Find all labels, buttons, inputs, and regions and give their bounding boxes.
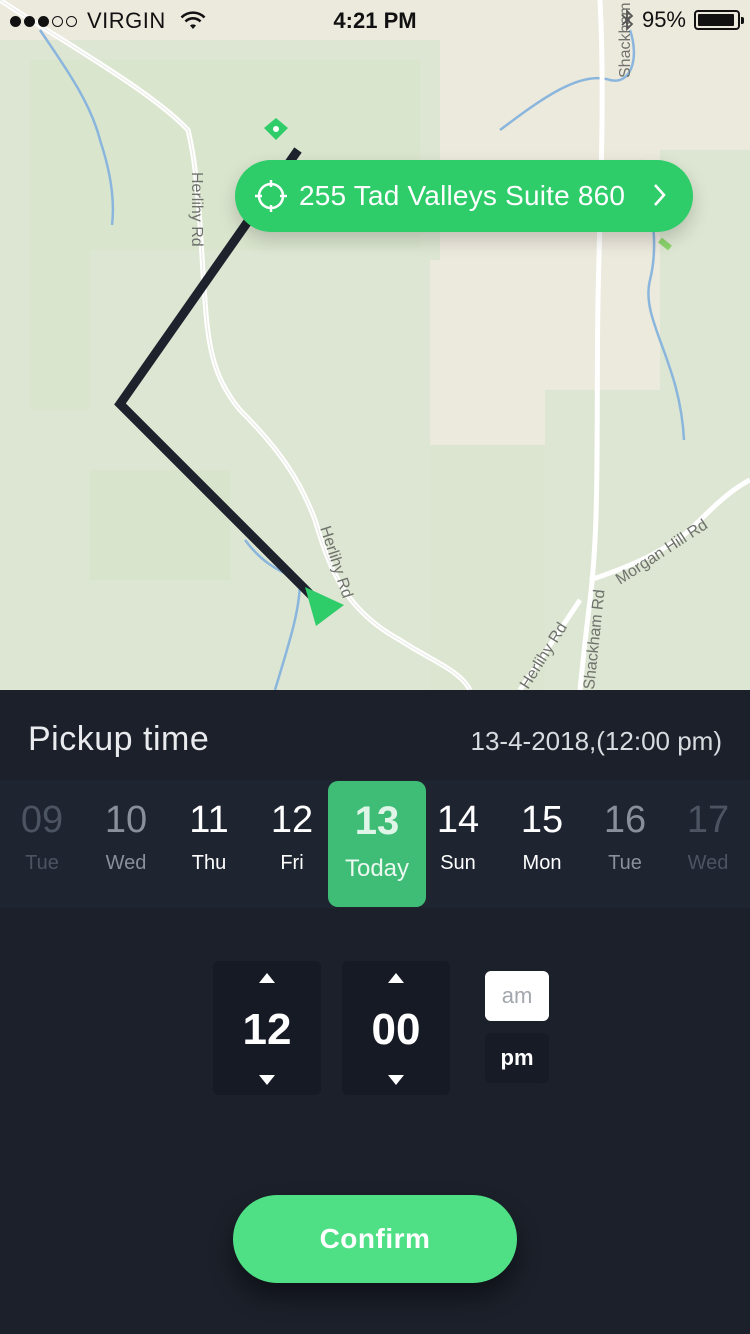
status-right: 95%: [620, 7, 744, 33]
date-weekday: Thu: [191, 852, 227, 874]
bluetooth-icon: [621, 9, 634, 31]
date-number: 17: [686, 799, 730, 841]
am-toggle[interactable]: am: [485, 971, 549, 1021]
date-option-10[interactable]: 10 Wed: [84, 780, 168, 908]
date-weekday: Wed: [687, 852, 729, 874]
date-weekday: Wed: [105, 852, 147, 874]
date-option-11[interactable]: 11 Thu: [167, 780, 251, 908]
minute-picker[interactable]: 00: [342, 961, 450, 1095]
date-weekday: Sun: [440, 852, 476, 874]
pm-toggle[interactable]: pm: [485, 1033, 549, 1083]
date-weekday: Today: [344, 855, 410, 882]
date-option-17[interactable]: 17 Wed: [666, 780, 750, 908]
date-number: 16: [603, 799, 647, 841]
status-bar: VIRGIN 4:21 PM 95%: [0, 0, 750, 40]
map-canvas: Herlihy Rd Herlihy Rd Herlihy Rd Shackha…: [0, 0, 750, 690]
date-number: 09: [20, 799, 64, 841]
date-option-14[interactable]: 14 Sun: [416, 780, 500, 908]
date-option-15[interactable]: 15 Mon: [500, 780, 584, 908]
hour-picker[interactable]: 12: [213, 961, 321, 1095]
date-number: 10: [104, 799, 148, 841]
date-option-16[interactable]: 16 Tue: [583, 780, 667, 908]
address-text: 255 Tad Valleys Suite 860: [299, 180, 626, 211]
date-number: 11: [189, 799, 229, 841]
pickup-title: Pickup time: [28, 720, 210, 758]
date-option-13-selected[interactable]: 13 Today: [328, 781, 426, 907]
date-weekday: Mon: [522, 852, 562, 874]
date-number: 13: [354, 799, 400, 843]
date-number: 14: [436, 799, 480, 841]
hour-value: 12: [242, 1005, 292, 1054]
date-weekday: Tue: [25, 852, 59, 874]
date-option-09[interactable]: 09 Tue: [0, 780, 84, 908]
date-weekday: Tue: [608, 852, 642, 874]
pickup-panel: Pickup time 13-4-2018,(12:00 pm) 09 Tue …: [0, 690, 750, 1334]
date-number: 15: [520, 799, 564, 841]
chevron-right-icon: [654, 184, 666, 206]
map-view[interactable]: Herlihy Rd Herlihy Rd Herlihy Rd Shackha…: [0, 0, 750, 690]
pickup-selected-datetime: 13-4-2018,(12:00 pm): [470, 726, 722, 756]
minute-decrement-icon[interactable]: [388, 1075, 404, 1085]
date-option-12[interactable]: 12 Fri: [250, 780, 334, 908]
date-weekday: Fri: [280, 852, 304, 874]
date-number: 12: [270, 799, 314, 841]
confirm-button[interactable]: Confirm: [233, 1195, 517, 1283]
minute-increment-icon[interactable]: [388, 973, 404, 983]
minute-value: 00: [371, 1005, 421, 1054]
battery-level: [698, 14, 735, 26]
locate-target-icon: [255, 180, 287, 212]
hour-increment-icon[interactable]: [259, 973, 275, 983]
battery-percent: 95%: [641, 7, 686, 32]
battery-icon: [694, 10, 744, 30]
road-label: Herlihy Rd: [188, 172, 205, 247]
hour-decrement-icon[interactable]: [259, 1075, 275, 1085]
address-bubble[interactable]: 255 Tad Valleys Suite 860: [235, 160, 693, 232]
date-selector[interactable]: 09 Tue 10 Wed 11 Thu 12 Fri 13 Today 14 …: [0, 780, 750, 908]
